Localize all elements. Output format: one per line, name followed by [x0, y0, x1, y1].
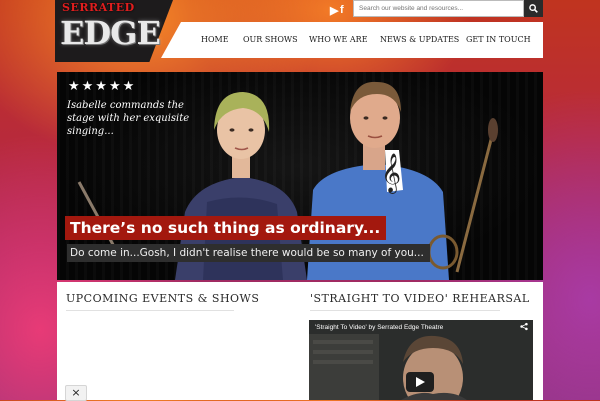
nav-get-in-touch[interactable]: GET IN TOUCH [466, 35, 531, 44]
play-icon [415, 377, 425, 387]
video-title: 'Straight To Video' by Serrated Edge The… [315, 324, 444, 331]
play-button[interactable] [406, 372, 434, 392]
rehearsal-section: 'STRAIGHT TO VIDEO' REHEARSAL 'Straight … [299, 282, 543, 400]
hero-headline: There’s no such thing as ordinary... [65, 216, 387, 240]
logo-main-text: EDGE [60, 14, 161, 52]
hero-subline: Do come in...Gosh, I didn't realise ther… [67, 244, 430, 262]
logo-top-text: SERRATED [62, 1, 135, 14]
search-button[interactable] [524, 0, 543, 17]
review-quote: Isabelle commands the stage with her exq… [67, 100, 190, 137]
svg-text:𝄞: 𝄞 [381, 153, 401, 194]
nav-news-updates[interactable]: NEWS & UPDATES [380, 35, 459, 44]
upcoming-events-title: UPCOMING EVENTS & SHOWS [66, 292, 260, 305]
rating-stars: ★★★★★ [68, 78, 137, 93]
nav-home[interactable]: HOME [201, 35, 229, 44]
search-input[interactable] [353, 0, 524, 17]
facebook-icon[interactable]: f [340, 4, 346, 16]
site-logo[interactable]: SERRATED EDGE [55, 0, 173, 62]
share-icon[interactable] [520, 322, 528, 331]
upcoming-events-section: UPCOMING EVENTS & SHOWS [57, 282, 299, 400]
rehearsal-title: 'STRAIGHT TO VIDEO' REHEARSAL [310, 292, 530, 305]
youtube-icon[interactable]: ▶ [330, 4, 338, 17]
search-icon [529, 4, 538, 13]
main-nav: HOME OUR SHOWS WHO WE ARE NEWS & UPDATES… [161, 22, 543, 58]
section-divider [66, 310, 234, 311]
video-embed[interactable]: 'Straight To Video' by Serrated Edge The… [309, 320, 533, 400]
section-divider [310, 310, 500, 311]
close-button[interactable]: × [65, 385, 87, 401]
nav-who-we-are[interactable]: WHO WE ARE [309, 35, 368, 44]
nav-our-shows[interactable]: OUR SHOWS [243, 35, 298, 44]
